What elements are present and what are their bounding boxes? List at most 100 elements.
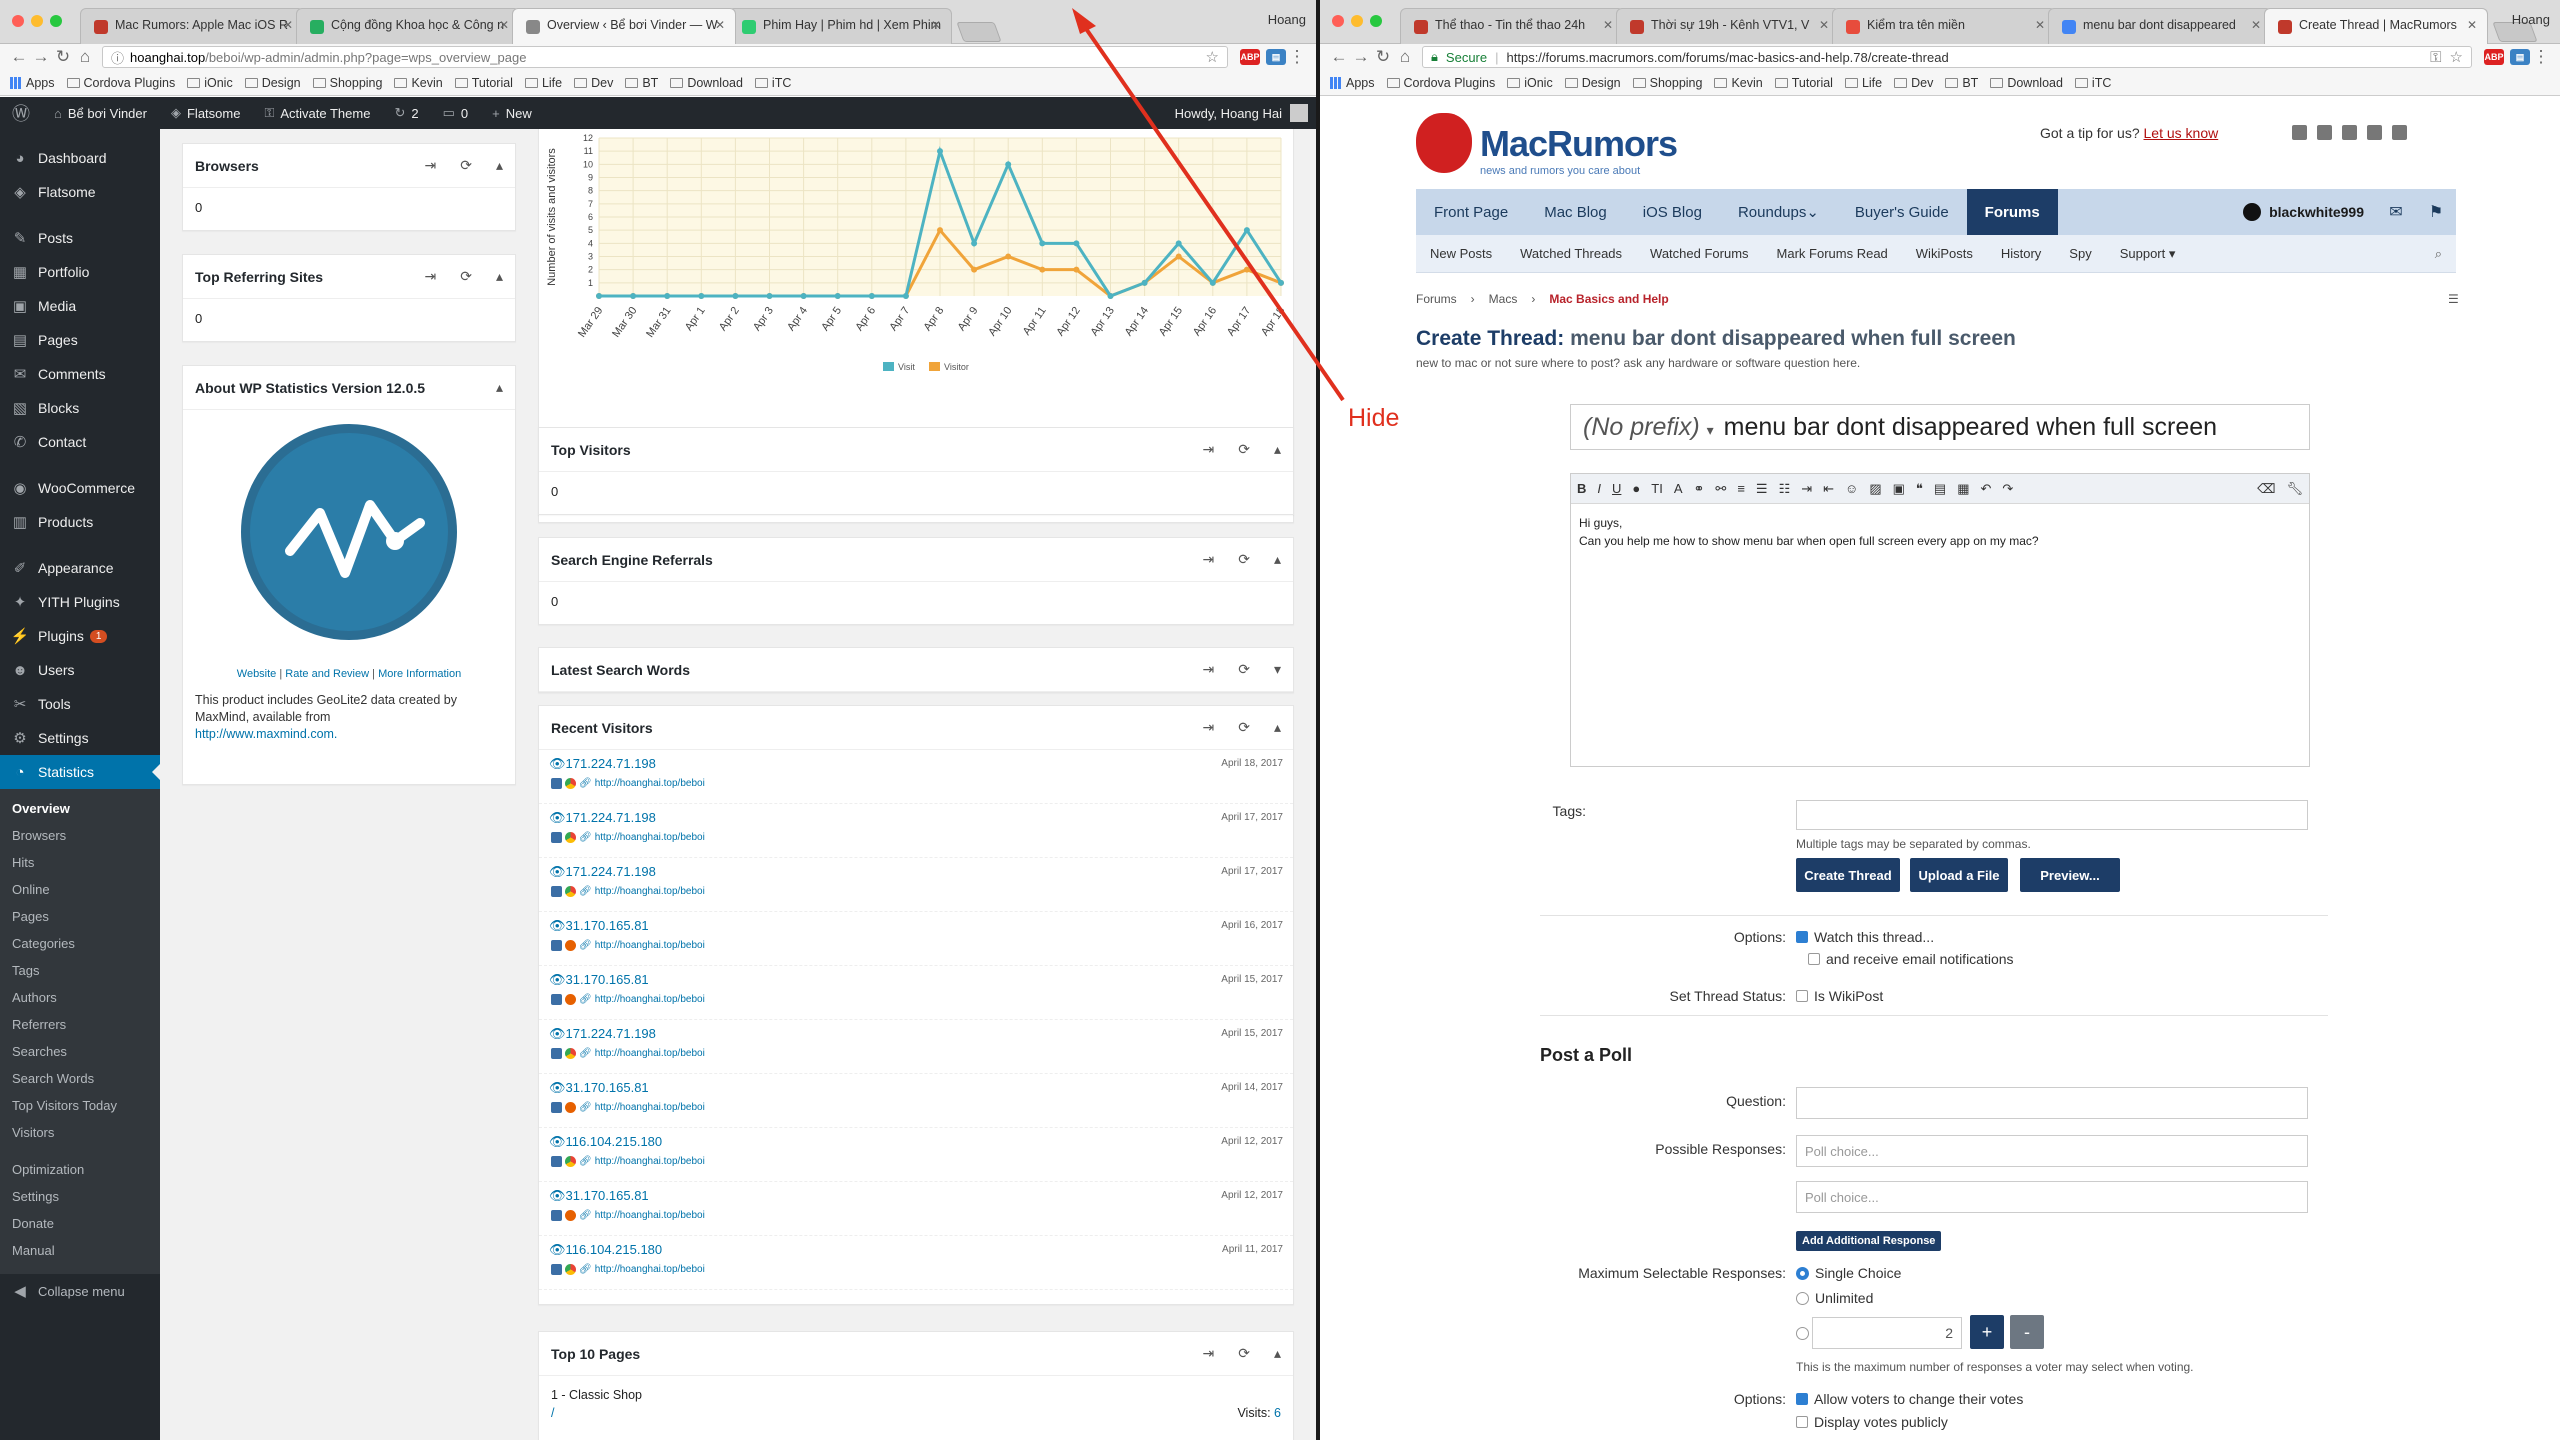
fullscreen-window-button[interactable] [50,15,62,27]
sidebar-item-users[interactable]: ☻ Users [0,653,160,687]
text-color-icon[interactable]: ● [1632,481,1640,496]
sidebar-item-posts[interactable]: ✎ Posts [0,221,160,255]
refresh-icon[interactable]: ⟳ [1238,551,1250,568]
comments-link[interactable]: ▭ 0 [431,97,481,129]
open-widget-icon[interactable]: ⇥ [425,157,437,174]
tab-close-icon[interactable]: ✕ [2251,18,2261,32]
max-responses-stepper[interactable]: 2 [1812,1317,1962,1349]
rss-icon[interactable] [2367,125,2382,140]
menu-icon[interactable]: ⋮ [1286,47,1308,67]
reload-icon[interactable]: ↻ [1372,47,1394,67]
smilie-icon[interactable]: ☺ [1845,481,1858,496]
submenu-item[interactable]: Donate [0,1210,160,1237]
address-bar[interactable]: 🔒︎ Secure | https://forums.macrumors.com… [1422,46,2472,68]
expand-arrow-icon[interactable]: ▾ [1274,661,1281,678]
tab-close-icon[interactable]: ✕ [931,18,941,32]
sidebar-item-woocommerce[interactable]: ◉ WooCommerce [0,471,160,505]
watch-thread-checkbox[interactable] [1796,931,1808,943]
poll-choice-input[interactable]: Poll choice... [1796,1135,2308,1167]
poll-choice-input[interactable]: Poll choice... [1796,1181,2308,1213]
rate-review-link[interactable]: Rate and Review [285,668,369,680]
custom-max-radio[interactable] [1796,1327,1809,1340]
tab-close-icon[interactable]: ✕ [2035,18,2045,32]
visitor-ip[interactable]: 👁︎171.224.71.198 [549,756,656,772]
undo-icon[interactable]: ↶ [1981,481,1992,497]
nav-forums[interactable]: Forums [1966,189,2058,235]
nav-buyer-s-guide[interactable]: Buyer's Guide [1837,189,1967,235]
visitor-referrer-link[interactable]: http://hoanghai.top/beboi [595,1210,705,1221]
bold-icon[interactable]: B [1577,481,1586,496]
open-widget-icon[interactable]: ⇥ [1203,719,1215,736]
updates-link[interactable]: ↻ 2 [382,97,430,129]
account-menu[interactable]: Howdy, Hoang Hai [1175,104,1316,122]
bookmark-item[interactable]: Design [1564,76,1621,90]
decrement-button[interactable]: - [2010,1315,2044,1349]
wikipost-option[interactable]: Is WikiPost [1796,988,1883,1004]
forward-icon[interactable]: → [30,47,52,67]
bookmark-item[interactable]: Tutorial [454,76,513,90]
browser-tab[interactable]: Overview ‹ Bể bơi Vinder — W ✕ [512,8,736,44]
submenu-item[interactable]: Visitors [0,1119,160,1146]
subnav-item[interactable]: Watched Threads [1506,246,1636,261]
collapse-arrow-icon[interactable]: ▴ [1274,1345,1281,1362]
fullscreen-window-button[interactable] [1370,15,1382,27]
submenu-item[interactable]: Tags [0,957,160,984]
change-votes-option[interactable]: Allow voters to change their votes [1796,1391,2023,1407]
visitor-ip[interactable]: 👁︎116.104.215.180 [549,1134,662,1150]
collapse-menu[interactable]: ◀ Collapse menu [0,1274,160,1308]
submenu-item[interactable]: Authors [0,984,160,1011]
image-icon[interactable]: ▨ [1869,481,1881,497]
tip-link[interactable]: Let us know [2144,125,2219,141]
sidebar-item-appearance[interactable]: ✐ Appearance [0,551,160,585]
collapse-arrow-icon[interactable]: ▴ [1274,719,1281,736]
reload-icon[interactable]: ↻ [52,47,74,67]
submenu-item[interactable]: Settings [0,1183,160,1210]
eraser-icon[interactable]: ⌫ [2257,481,2275,497]
bookmark-item[interactable]: Kevin [394,76,443,90]
visitor-ip[interactable]: 👁︎31.170.165.81 [549,918,649,934]
open-widget-icon[interactable]: ⇥ [1203,441,1215,458]
bookmark-item[interactable]: Apps [10,76,55,90]
profile-name[interactable]: Hoang [2512,12,2550,27]
watch-thread-option[interactable]: Watch this thread... [1796,929,1934,945]
activate-theme-link[interactable]: ⚿ Activate Theme [252,97,382,129]
browser-tab[interactable]: Mac Rumors: Apple Mac iOS R ✕ [80,8,304,44]
bookmark-item[interactable]: Cordova Plugins [1386,76,1495,90]
wordpress-logo-icon[interactable]: Ⓦ [0,97,42,129]
visitor-ip[interactable]: 👁︎171.224.71.198 [549,864,656,880]
bookmark-item[interactable]: Shopping [1632,76,1702,90]
bookmark-item[interactable]: Download [1990,76,2063,90]
visitor-referrer-link[interactable]: http://hoanghai.top/beboi [595,1156,705,1167]
close-window-button[interactable] [12,15,24,27]
collapse-arrow-icon[interactable]: ▴ [1274,441,1281,458]
search-icon[interactable]: ⌕ [2421,246,2456,262]
refresh-icon[interactable]: ⟳ [1238,719,1250,736]
breadcrumb-item[interactable]: Macs [1489,292,1518,306]
refresh-icon[interactable]: ⟳ [460,157,472,174]
facebook-icon[interactable] [2292,125,2307,140]
unlimited-option[interactable]: Unlimited [1796,1290,1873,1306]
subnav-item[interactable]: Mark Forums Read [1763,246,1902,261]
poll-question-input[interactable] [1796,1087,2308,1119]
user-menu[interactable]: blackwhite999 [2243,203,2376,221]
tab-close-icon[interactable]: ✕ [1603,18,1613,32]
alerts-flag-icon[interactable]: ⚑ [2416,202,2456,222]
nav-roundups[interactable]: Roundups ⌄ [1720,189,1837,235]
single-choice-option[interactable]: Single Choice [1796,1265,1901,1281]
bullet-list-icon[interactable]: ☰ [1756,481,1768,497]
home-icon[interactable]: ⌂ [1394,47,1416,67]
bookmark-item[interactable]: Dev [1894,76,1933,90]
quote-icon[interactable]: ❝ [1916,481,1923,497]
tab-close-icon[interactable]: ✕ [283,18,293,32]
bookmark-item[interactable]: iTC [754,76,791,90]
forward-icon[interactable]: → [1350,47,1372,67]
submenu-item[interactable]: Referrers [0,1011,160,1038]
text-size-icon[interactable]: TI [1651,481,1663,496]
bookmark-item[interactable]: Kevin [1714,76,1763,90]
minimize-window-button[interactable] [1351,15,1363,27]
extension-icon[interactable]: ▤ [1266,49,1286,65]
outdent-icon[interactable]: ⇤ [1823,481,1834,497]
bookmark-star-icon[interactable]: ☆ [2450,48,2463,66]
subnav-item[interactable]: Spy [2055,246,2105,261]
visitor-ip[interactable]: 👁︎31.170.165.81 [549,1080,649,1096]
